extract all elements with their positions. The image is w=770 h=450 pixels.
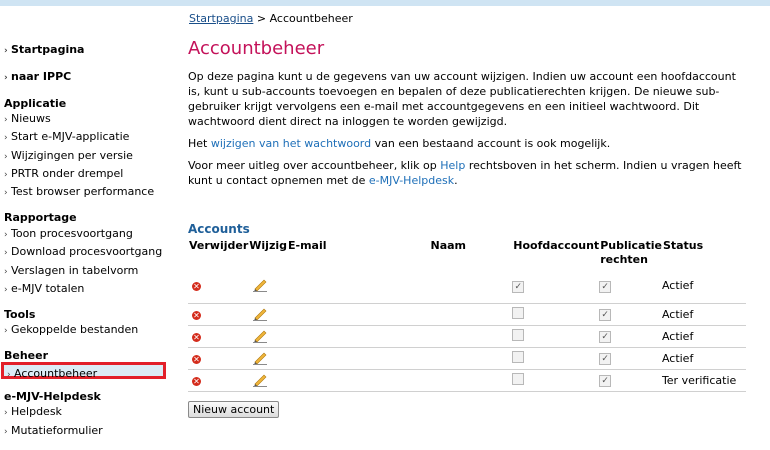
chevron-right-icon: › [4, 188, 8, 198]
col-publicatierechten: Publicatie rechten [600, 239, 662, 266]
sidebar-item-verslagen[interactable]: › Verslagen in tabelvorm [4, 264, 138, 277]
sidebar-item-emjv-totalen[interactable]: › e-MJV totalen [4, 282, 84, 295]
breadcrumb-home-link[interactable]: Startpagina [189, 12, 253, 25]
cell-email [287, 369, 430, 392]
sidebar-section-rapportage: Rapportage [4, 211, 77, 224]
cell-status: Ter verificatie [661, 369, 746, 392]
breadcrumb-current: Accountbeheer [269, 12, 353, 25]
table-row: ✕ ✓ ✓ Actief [188, 269, 746, 304]
sidebar-item-prtr[interactable]: › PRTR onder drempel [4, 167, 123, 180]
col-status: Status [662, 239, 704, 252]
sidebar-item-mutatieformulier[interactable]: › Mutatieformulier [4, 424, 103, 437]
sidebar-item-accountbeheer[interactable]: › Accountbeheer [1, 362, 166, 380]
delete-circle-icon[interactable]: ✕ [192, 332, 201, 342]
cell-status: Actief [661, 347, 746, 370]
accounts-heading: Accounts [188, 222, 250, 236]
chevron-right-icon: › [4, 326, 8, 336]
delete-circle-icon[interactable]: ✕ [192, 354, 201, 364]
sidebar-item-helpdesk[interactable]: › Helpdesk [4, 405, 62, 418]
table-row: ✕ ✓ Actief [188, 303, 746, 326]
hoofdaccount-checkbox[interactable] [512, 306, 525, 319]
sidebar-item-download-procesvoortgang[interactable]: › Download procesvoortgang [4, 245, 162, 258]
helpdesk-link[interactable]: e-MJV-Helpdesk [369, 174, 454, 187]
cell-status: Actief [661, 303, 746, 326]
cell-naam [429, 369, 513, 392]
cell-email [287, 347, 430, 370]
sidebar-item-test-browser[interactable]: › Test browser performance [4, 185, 154, 198]
chevron-right-icon: › [4, 408, 8, 418]
publicatie-checkbox[interactable]: ✓ [599, 331, 612, 343]
sidebar-item-gekoppelde-bestanden[interactable]: › Gekoppelde bestanden [4, 323, 138, 336]
chevron-right-icon: › [4, 248, 8, 258]
table-row: ✕ ✓ Actief [188, 347, 746, 370]
help-paragraph: Voor meer uitleg over accountbeheer, kli… [188, 159, 742, 187]
publicatie-checkbox[interactable]: ✓ [599, 375, 612, 387]
chevron-right-icon: › [4, 230, 8, 240]
hoofdaccount-checkbox[interactable] [512, 372, 525, 385]
cell-status: Actief [661, 325, 746, 348]
chevron-right-icon: › [7, 370, 11, 380]
pencil-icon[interactable] [252, 327, 268, 343]
delete-circle-icon[interactable]: ✕ [192, 310, 201, 320]
col-wijzig: Wijzig [249, 239, 287, 252]
hoofdaccount-checkbox[interactable]: ✓ [512, 280, 525, 293]
sidebar-item-wijzigingen[interactable]: › Wijzigingen per versie [4, 149, 133, 162]
col-email: E-mail [288, 239, 327, 252]
publicatie-checkbox[interactable]: ✓ [599, 309, 612, 321]
chevron-right-icon: › [4, 170, 8, 180]
accounts-table: Verwijder Wijzig E-mail Naam Hoofdaccoun… [188, 239, 746, 392]
chevron-right-icon: › [4, 427, 8, 437]
publicatie-checkbox[interactable]: ✓ [599, 280, 612, 293]
cell-email [287, 303, 430, 326]
breadcrumb-separator: > [256, 12, 267, 25]
chevron-right-icon: › [4, 285, 8, 295]
help-link[interactable]: Help [440, 159, 465, 172]
cell-email [287, 325, 430, 348]
col-naam: Naam [430, 239, 467, 252]
sidebar: › Startpagina › naar IPPC Applicatie › Nieu… [0, 0, 176, 450]
hoofdaccount-checkbox[interactable] [512, 328, 525, 341]
change-password-link[interactable]: wijzigen van het wachtwoord [211, 137, 371, 150]
pencil-icon[interactable] [252, 305, 268, 321]
sidebar-section-helpdesk: e-MJV-Helpdesk [4, 390, 101, 403]
sidebar-item-toon-procesvoortgang[interactable]: › Toon procesvoortgang [4, 227, 133, 240]
cell-naam [429, 269, 513, 304]
sidebar-item-start-emjv[interactable]: › Start e-MJV-applicatie [4, 130, 129, 143]
sidebar-section-tools: Tools [4, 308, 36, 321]
sidebar-link-naar-ippc[interactable]: › naar IPPC [4, 70, 71, 83]
accounts-header-row: Verwijder Wijzig E-mail Naam Hoofdaccoun… [188, 239, 746, 269]
col-verwijder: Verwijder [189, 239, 249, 252]
pencil-icon[interactable] [252, 371, 268, 387]
cell-naam [429, 325, 513, 348]
new-account-button[interactable]: Nieuw account [188, 401, 280, 418]
table-row: ✕ ✓ Actief [188, 325, 746, 348]
table-row: ✕ ✓ Ter verificatie [188, 369, 746, 392]
chevron-right-icon: › [4, 267, 8, 277]
breadcrumb: Startpagina > Accountbeheer [189, 12, 353, 25]
hoofdaccount-checkbox[interactable] [512, 350, 525, 363]
chevron-right-icon: › [4, 152, 8, 162]
cell-naam [429, 303, 513, 326]
intro-paragraph: Op deze pagina kunt u de gegevens van uw… [188, 70, 736, 128]
delete-circle-icon[interactable]: ✕ [192, 282, 201, 292]
page-title: Accountbeheer [188, 38, 325, 59]
chevron-right-icon: › [4, 133, 8, 143]
cell-naam [429, 347, 513, 370]
password-paragraph: Het wijzigen van het wachtwoord van een … [188, 137, 611, 150]
sidebar-link-startpagina[interactable]: › Startpagina [4, 43, 84, 56]
sidebar-section-applicatie: Applicatie [4, 97, 67, 110]
chevron-right-icon: › [4, 73, 8, 83]
pencil-icon[interactable] [252, 276, 268, 293]
sidebar-section-beheer: Beheer [4, 349, 49, 362]
chevron-right-icon: › [4, 115, 8, 125]
chevron-right-icon: › [4, 46, 8, 56]
cell-email [287, 269, 430, 304]
delete-circle-icon[interactable]: ✕ [192, 376, 201, 386]
publicatie-checkbox[interactable]: ✓ [599, 353, 612, 365]
sidebar-item-nieuws[interactable]: › Nieuws [4, 112, 51, 125]
col-hoofdaccount: Hoofdaccount [513, 239, 600, 252]
pencil-icon[interactable] [252, 349, 268, 365]
cell-status: Actief [661, 269, 746, 304]
